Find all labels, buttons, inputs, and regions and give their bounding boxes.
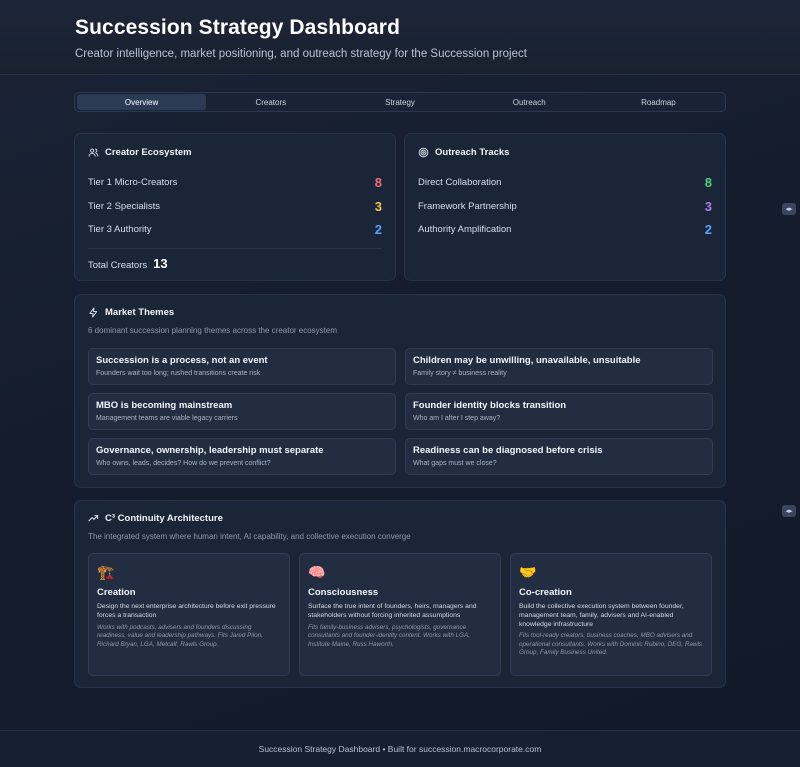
metric-label: Tier 3 Authority [88,224,152,236]
pillar-desc: Surface the true intent of founders, hei… [308,603,477,619]
total-creators-value: 13 [153,255,168,271]
outreach-tracks-card: Outreach Tracks Direct Collaboration 8 F… [404,133,726,281]
metric-row-framework-partnership: Framework Partnership 3 [418,195,712,219]
construction-icon: 🏗️ [97,564,115,580]
pillar-note: Fits tool-ready creators, business coach… [519,632,703,657]
footer-text: Succession Strategy Dashboard • Built fo… [258,744,542,754]
market-themes-card: Market Themes 6 dominant succession plan… [74,294,726,488]
theme-card: Governance, ownership, leadership must s… [88,438,396,475]
theme-desc: Who owns, leads, decides? How do we prev… [96,460,271,467]
page-header: Succession Strategy Dashboard Creator in… [0,0,800,75]
metric-value: 2 [374,222,382,238]
pillar-name: Co-creation [519,587,572,598]
brain-icon: 🧠 [308,564,326,580]
pillar-note: Fits family-business advisers, psycholog… [308,623,470,648]
market-themes-subtitle: 6 dominant succession planning themes ac… [88,326,338,335]
collapse-icon[interactable]: ◂▸ [782,203,796,215]
continuity-architecture-title: C³ Continuity Architecture [88,513,712,524]
metric-row-tier2: Tier 2 Specialists 3 [88,195,382,219]
theme-desc: Who am I after I step away? [413,415,501,422]
theme-desc: Family story ≠ business reality [413,370,507,377]
pillar-creation: 🏗️ Creation Design the next enterprise a… [88,553,290,676]
metric-value: 3 [374,198,382,214]
theme-title: Governance, ownership, leadership must s… [96,445,324,456]
market-themes-label: Market Themes [105,307,175,318]
theme-card: Founder identity blocks transition Who a… [405,393,713,430]
metric-value: 8 [374,175,382,191]
metric-row-tier1: Tier 1 Micro-Creators 8 [88,171,382,195]
theme-card: MBO is becoming mainstream Management te… [88,393,396,430]
market-themes-title: Market Themes [88,307,712,318]
metric-label: Authority Amplification [418,224,512,236]
metric-value: 2 [704,222,712,238]
tab-roadmap[interactable]: Roadmap [594,94,723,110]
tab-overview[interactable]: Overview [77,94,207,110]
continuity-architecture-label: C³ Continuity Architecture [105,513,223,524]
lightning-icon [89,307,98,318]
pillar-note: Works with podcasts, advisers and founde… [97,623,263,648]
target-icon [418,147,429,158]
tab-outreach[interactable]: Outreach [465,94,594,110]
pillar-consciousness: 🧠 Consciousness Surface the true intent … [299,553,501,676]
metric-label: Tier 1 Micro-Creators [88,177,178,189]
theme-desc: Management teams are viable legacy carri… [96,415,238,422]
trend-up-icon [88,515,99,522]
theme-desc: What gaps must we close? [413,460,497,467]
pillar-desc: Build the collective execution system be… [519,603,684,628]
pillar-desc: Design the next enterprise architecture … [97,603,276,619]
tab-strategy[interactable]: Strategy [335,94,464,110]
pillar-name: Creation [97,587,136,598]
theme-card: Readiness can be diagnosed before crisis… [405,438,713,475]
outreach-tracks-title: Outreach Tracks [418,147,712,158]
theme-card: Succession is a process, not an event Fo… [88,348,396,385]
pillar-name: Consciousness [308,587,379,598]
metric-value: 8 [704,175,712,191]
total-creators-row: Total Creators 13 [88,247,382,271]
continuity-architecture-card: C³ Continuity Architecture The integrate… [74,500,726,688]
users-icon [88,148,99,157]
theme-title: MBO is becoming mainstream [96,400,233,411]
page-title: Succession Strategy Dashboard [75,16,401,39]
creator-ecosystem-card: Creator Ecosystem Tier 1 Micro-Creators … [74,133,396,281]
outreach-tracks-label: Outreach Tracks [435,147,510,158]
continuity-architecture-subtitle: The integrated system where human intent… [88,532,411,541]
theme-desc: Founders wait too long; rushed transitio… [96,370,261,377]
metric-row-direct-collaboration: Direct Collaboration 8 [418,171,712,195]
creator-ecosystem-title: Creator Ecosystem [88,147,382,158]
pillar-co-creation: 🤝 Co-creation Build the collective execu… [510,553,712,676]
total-creators-label: Total Creators [88,259,148,271]
theme-title: Succession is a process, not an event [96,355,268,366]
metric-row-authority-amplification: Authority Amplification 2 [418,218,712,242]
theme-title: Children may be unwilling, unavailable, … [413,355,641,366]
page-footer: Succession Strategy Dashboard • Built fo… [0,730,800,767]
creator-ecosystem-label: Creator Ecosystem [105,147,192,158]
theme-title: Readiness can be diagnosed before crisis [413,445,603,456]
page-subtitle: Creator intelligence, market positioning… [75,48,527,60]
metric-label: Tier 2 Specialists [88,200,160,212]
metric-label: Direct Collaboration [418,177,502,189]
tab-creators[interactable]: Creators [206,94,335,110]
theme-card: Children may be unwilling, unavailable, … [405,348,713,385]
handshake-icon: 🤝 [519,564,537,580]
metric-row-tier3: Tier 3 Authority 2 [88,218,382,242]
expand-icon[interactable]: ◂▸ [782,505,796,517]
tab-bar: Overview Creators Strategy Outreach Road… [74,92,726,112]
metric-label: Framework Partnership [418,200,517,212]
theme-title: Founder identity blocks transition [413,400,567,411]
metric-value: 3 [704,198,712,214]
